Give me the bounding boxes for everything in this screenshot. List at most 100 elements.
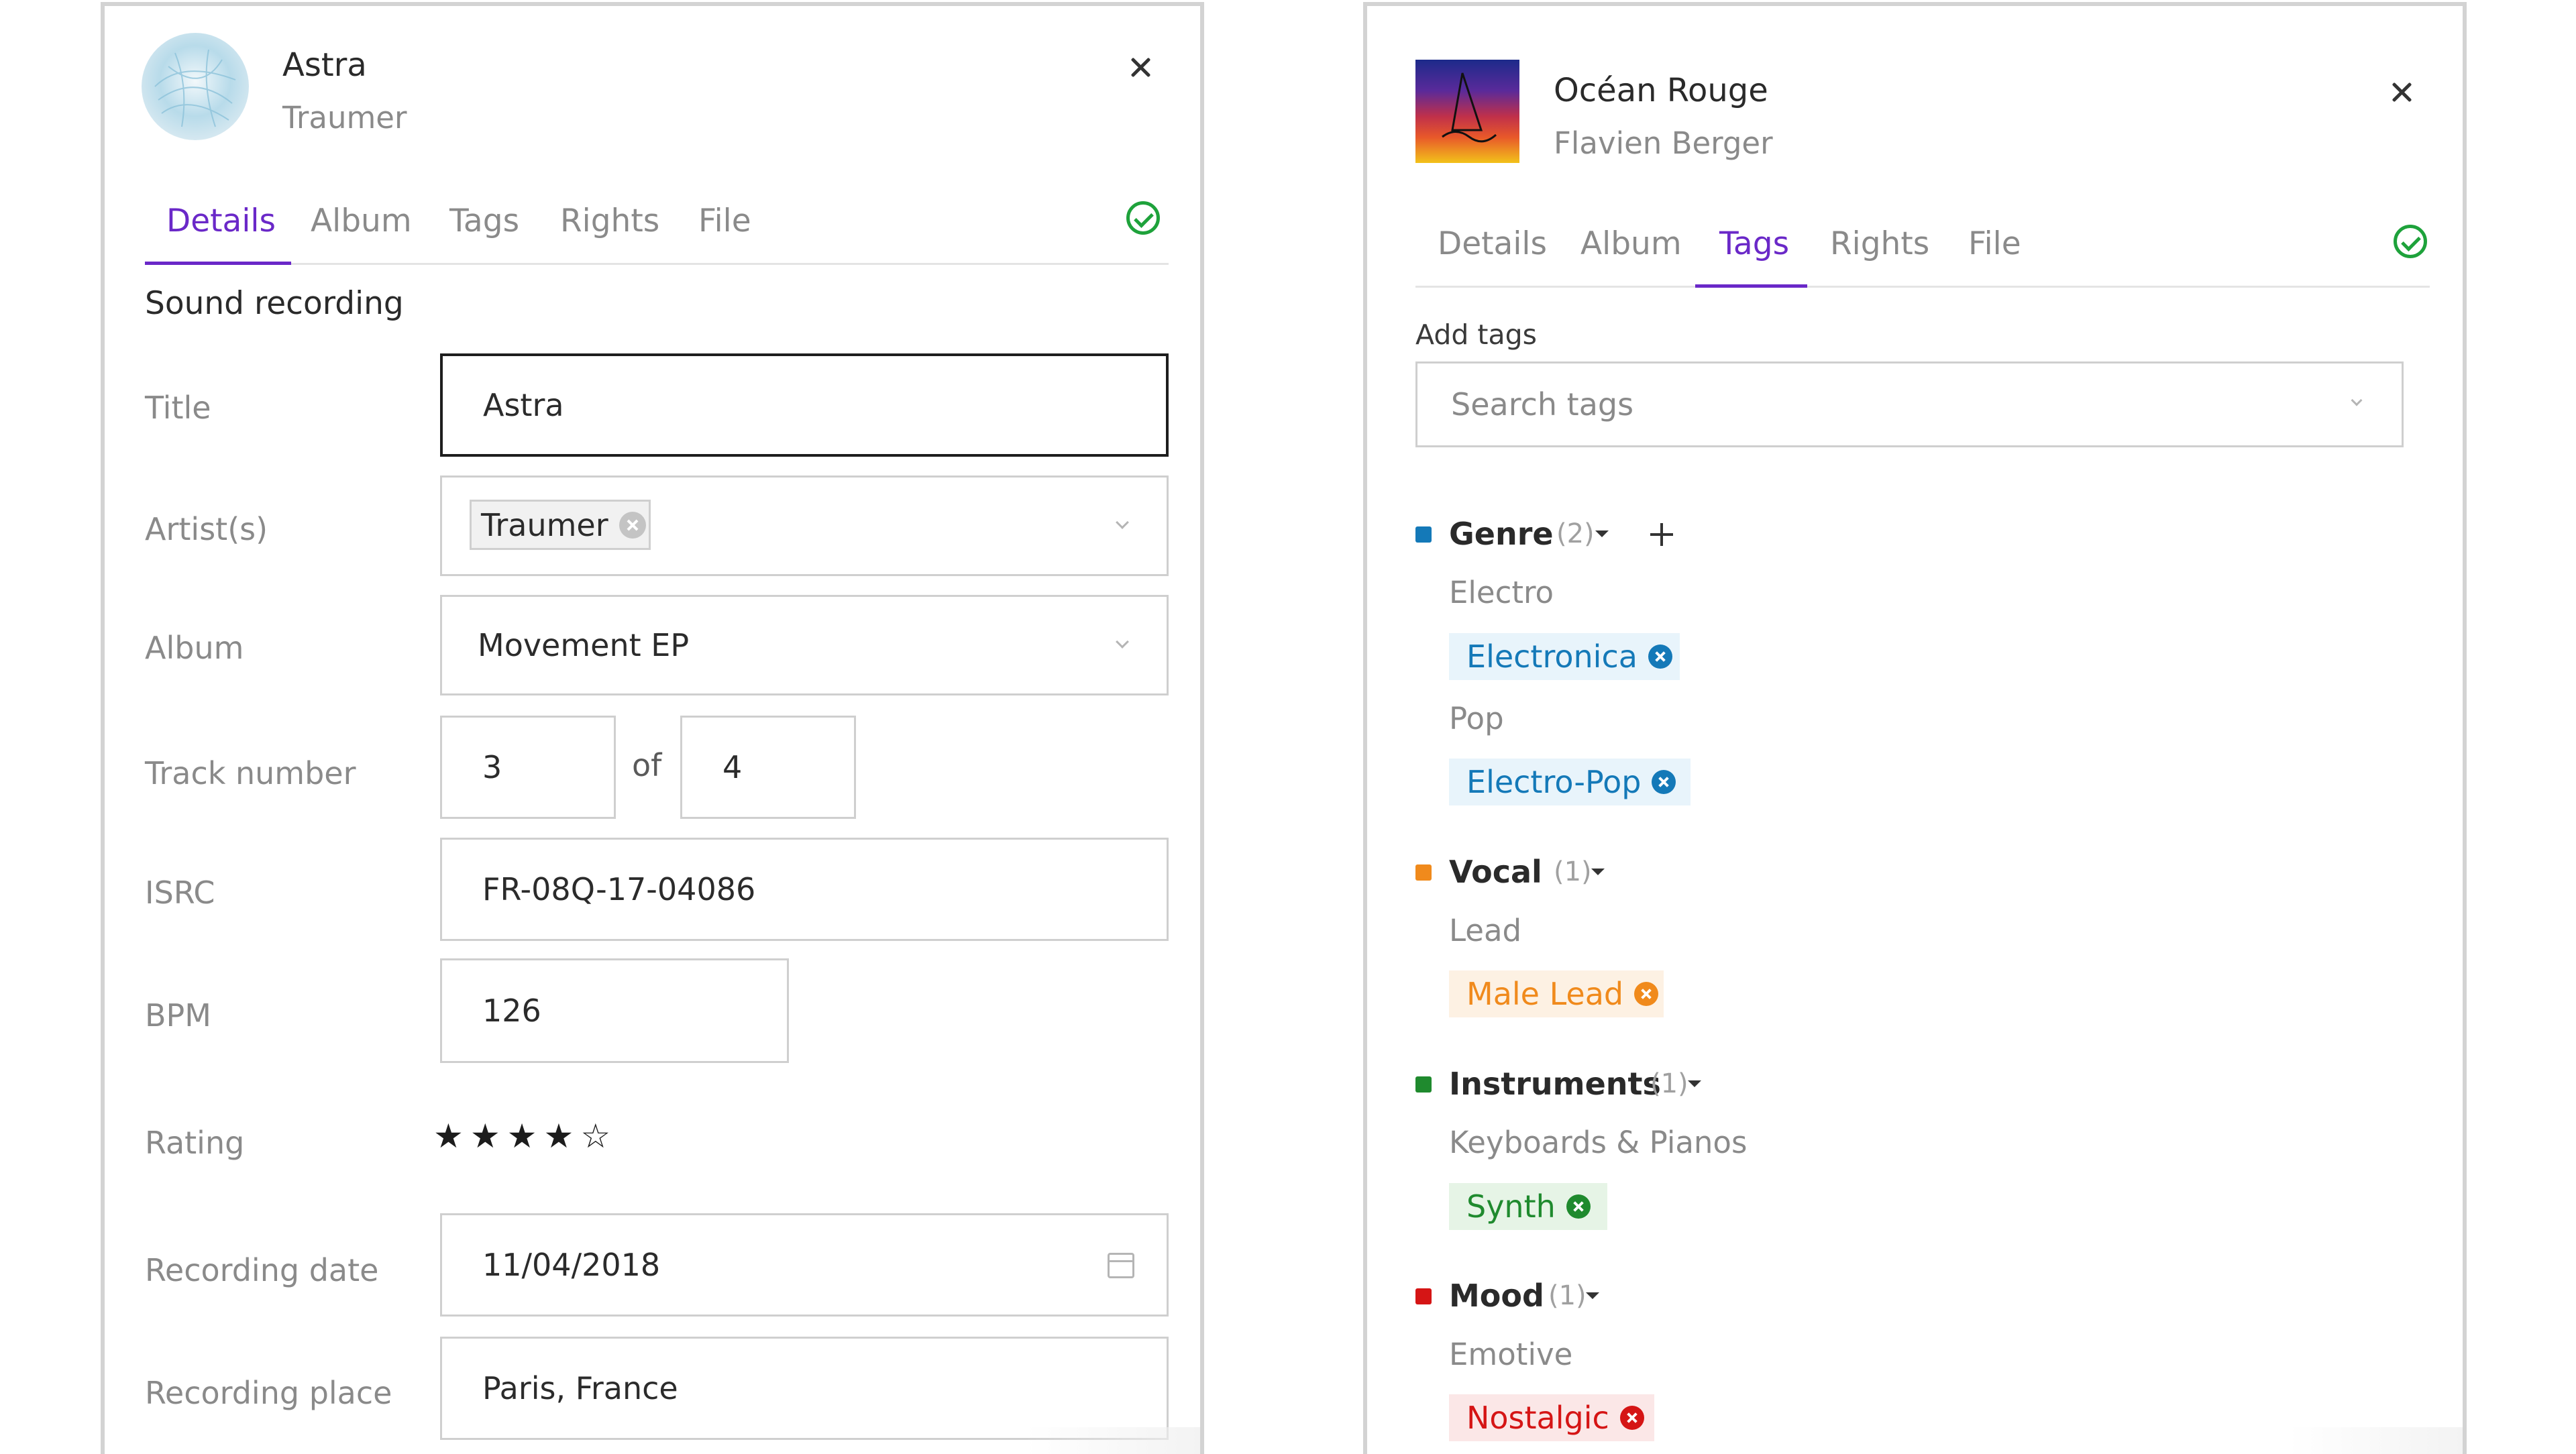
instruments-category-name[interactable]: Instruments bbox=[1449, 1066, 1661, 1102]
check-circle-icon bbox=[2394, 225, 2427, 258]
tab-file[interactable]: File bbox=[698, 203, 751, 239]
track-artist-subtitle: Traumer bbox=[282, 100, 407, 135]
bpm-value: 126 bbox=[482, 993, 541, 1029]
remove-artist-icon[interactable] bbox=[619, 511, 646, 539]
recording-place-input[interactable]: Paris, France bbox=[440, 1337, 1169, 1440]
track-title-heading: Océan Rouge bbox=[1554, 72, 1768, 109]
calendar-icon[interactable] bbox=[1108, 1253, 1134, 1278]
tab-file[interactable]: File bbox=[1968, 225, 2021, 262]
genre-subcategory-electro: Electro bbox=[1449, 575, 1554, 610]
scroll-shadow bbox=[2288, 1427, 2463, 1454]
tag-chip-label: Electro-Pop bbox=[1466, 764, 1642, 800]
remove-tag-icon[interactable] bbox=[1619, 1406, 1644, 1430]
section-title: Sound recording bbox=[145, 285, 404, 322]
vocal-subcategory-lead: Lead bbox=[1449, 913, 1522, 948]
star-filled-icon[interactable]: ★ bbox=[433, 1119, 464, 1153]
tag-chip-nostalgic: Nostalgic bbox=[1449, 1394, 1654, 1441]
bpm-input[interactable]: 126 bbox=[440, 958, 789, 1063]
instruments-color-swatch bbox=[1415, 1076, 1432, 1093]
recording-place-label: Recording place bbox=[145, 1375, 392, 1411]
recording-place-value: Paris, France bbox=[482, 1370, 678, 1406]
caret-down-icon[interactable] bbox=[1586, 1292, 1599, 1299]
album-cover-image bbox=[142, 33, 249, 140]
tag-chip-male-lead: Male Lead bbox=[1449, 970, 1664, 1017]
star-filled-icon[interactable]: ★ bbox=[470, 1119, 500, 1153]
star-empty-icon[interactable]: ☆ bbox=[580, 1119, 610, 1153]
title-input[interactable]: Astra bbox=[440, 353, 1169, 457]
track-number-value: 3 bbox=[482, 749, 502, 785]
scroll-shadow bbox=[1026, 1427, 1200, 1454]
tag-chip-label: Nostalgic bbox=[1466, 1400, 1609, 1436]
close-icon[interactable] bbox=[2388, 78, 2415, 105]
close-icon[interactable] bbox=[1127, 54, 1154, 80]
isrc-value: FR-08Q-17-04086 bbox=[482, 871, 756, 907]
track-details-panel: Astra Traumer Details Album Tags Rights … bbox=[101, 2, 1204, 1454]
track-of-label: of bbox=[632, 747, 662, 783]
caret-down-icon[interactable] bbox=[1591, 869, 1605, 875]
tab-details[interactable]: Details bbox=[1438, 225, 1547, 262]
tag-chip-synth: Synth bbox=[1449, 1183, 1607, 1230]
star-filled-icon[interactable]: ★ bbox=[507, 1119, 537, 1153]
title-label: Title bbox=[145, 390, 211, 426]
track-title-heading: Astra bbox=[282, 46, 367, 84]
tab-album[interactable]: Album bbox=[1580, 225, 1682, 262]
active-tab-indicator bbox=[1695, 284, 1807, 288]
track-number-input[interactable]: 3 bbox=[440, 716, 616, 819]
vocal-category-name[interactable]: Vocal bbox=[1449, 854, 1542, 890]
tab-rights[interactable]: Rights bbox=[1830, 225, 1929, 262]
tag-chip-label: Synth bbox=[1466, 1188, 1556, 1225]
chevron-down-icon[interactable] bbox=[1116, 635, 1129, 649]
rating-stars[interactable]: ★ ★ ★ ★ ☆ bbox=[433, 1119, 610, 1153]
genre-color-swatch bbox=[1415, 526, 1432, 543]
remove-tag-icon[interactable] bbox=[1652, 770, 1676, 794]
instruments-category-count: (1) bbox=[1650, 1068, 1688, 1099]
artists-select[interactable]: Traumer bbox=[440, 476, 1169, 576]
vocal-category-count: (1) bbox=[1554, 856, 1592, 887]
vocal-color-swatch bbox=[1415, 864, 1432, 881]
tab-tags[interactable]: Tags bbox=[449, 203, 519, 239]
recording-date-value: 11/04/2018 bbox=[482, 1247, 661, 1283]
chevron-down-icon[interactable] bbox=[1116, 516, 1129, 529]
caret-down-icon[interactable] bbox=[1595, 530, 1609, 537]
artist-chip: Traumer bbox=[470, 500, 651, 550]
plus-icon[interactable] bbox=[1650, 523, 1673, 546]
tab-rights[interactable]: Rights bbox=[560, 203, 659, 239]
search-tags-input[interactable]: Search tags bbox=[1415, 361, 2404, 447]
tag-chip-electronica: Electronica bbox=[1449, 633, 1680, 680]
tab-album[interactable]: Album bbox=[311, 203, 412, 239]
genre-subcategory-pop: Pop bbox=[1449, 701, 1504, 736]
artist-chip-label: Traumer bbox=[481, 506, 608, 543]
active-tab-indicator bbox=[145, 262, 291, 265]
mood-category-count: (1) bbox=[1548, 1280, 1587, 1311]
tab-details[interactable]: Details bbox=[166, 203, 276, 239]
track-artist-subtitle: Flavien Berger bbox=[1554, 125, 1773, 161]
recording-date-input[interactable]: 11/04/2018 bbox=[440, 1213, 1169, 1317]
tabs-divider bbox=[1415, 286, 2430, 288]
track-total-input[interactable]: 4 bbox=[680, 716, 856, 819]
chevron-down-icon[interactable] bbox=[2351, 394, 2363, 406]
tag-chip-label: Electronica bbox=[1466, 638, 1638, 675]
bpm-label: BPM bbox=[145, 997, 211, 1033]
tab-tags[interactable]: Tags bbox=[1719, 225, 1789, 262]
star-filled-icon[interactable]: ★ bbox=[543, 1119, 574, 1153]
tabs-divider bbox=[145, 263, 1169, 265]
album-select[interactable]: Movement EP bbox=[440, 595, 1169, 695]
genre-category-name[interactable]: Genre bbox=[1449, 516, 1554, 552]
remove-tag-icon[interactable] bbox=[1634, 982, 1659, 1006]
add-tags-label: Add tags bbox=[1415, 319, 1537, 351]
tag-chip-label: Male Lead bbox=[1466, 976, 1624, 1012]
search-tags-placeholder: Search tags bbox=[1451, 386, 1634, 423]
caret-down-icon[interactable] bbox=[1688, 1080, 1701, 1087]
album-label: Album bbox=[145, 630, 244, 666]
track-total-value: 4 bbox=[722, 749, 743, 785]
remove-tag-icon[interactable] bbox=[1566, 1194, 1591, 1219]
recording-date-label: Recording date bbox=[145, 1252, 379, 1288]
isrc-input[interactable]: FR-08Q-17-04086 bbox=[440, 838, 1169, 941]
genre-category-count: (2) bbox=[1556, 518, 1595, 549]
mood-category-name[interactable]: Mood bbox=[1449, 1278, 1544, 1314]
artists-label: Artist(s) bbox=[145, 511, 268, 547]
rating-label: Rating bbox=[145, 1125, 245, 1161]
remove-tag-icon[interactable] bbox=[1648, 645, 1672, 669]
album-cover-image bbox=[1415, 60, 1519, 163]
mood-color-swatch bbox=[1415, 1288, 1432, 1304]
